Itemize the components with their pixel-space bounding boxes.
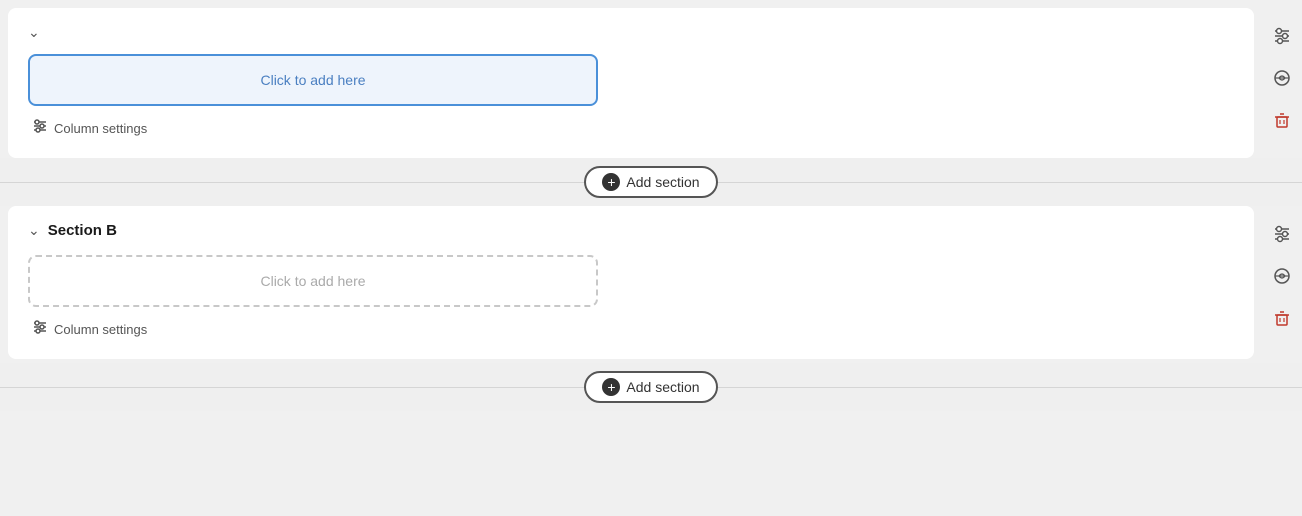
column-settings-icon-1: [32, 118, 48, 138]
section-b-column-settings[interactable]: Column settings: [32, 319, 1234, 339]
first-section-link-action[interactable]: [1266, 62, 1298, 94]
section-b-header: ⌄ Section B: [28, 222, 1234, 239]
column-settings-icon-2: [32, 319, 48, 339]
first-add-here-label: Click to add here: [260, 72, 365, 88]
first-section-chevron-icon[interactable]: ⌄: [28, 24, 40, 40]
first-section-add-here[interactable]: Click to add here: [28, 54, 598, 106]
first-section-actions: [1266, 20, 1298, 136]
first-section-header: ⌄: [28, 24, 1234, 42]
second-add-here-label: Click to add here: [260, 273, 365, 289]
section-b-actions: [1266, 218, 1298, 334]
plus-circle-icon-bottom: +: [602, 378, 620, 396]
first-section-wrapper: ⌄ Click to add here: [8, 8, 1254, 158]
first-section-settings-action[interactable]: [1266, 20, 1298, 52]
first-section-panel: ⌄ Click to add here: [8, 8, 1254, 158]
add-section-label-top: Add section: [626, 174, 699, 190]
second-section-wrapper: ⌄ Section B Click to add here: [8, 206, 1254, 359]
page-container: ⌄ Click to add here: [0, 8, 1302, 411]
section-b-add-here[interactable]: Click to add here: [28, 255, 598, 307]
section-b-settings-action[interactable]: [1266, 218, 1298, 250]
plus-circle-icon-top: +: [602, 173, 620, 191]
section-b-delete-action[interactable]: [1266, 302, 1298, 334]
section-b-title: Section B: [48, 222, 117, 239]
add-section-button-top[interactable]: + Add section: [584, 166, 717, 198]
second-section-panel: ⌄ Section B Click to add here: [8, 206, 1254, 359]
section-b-link-action[interactable]: [1266, 260, 1298, 292]
add-section-divider-top: + Add section: [0, 158, 1302, 206]
add-section-button-bottom[interactable]: + Add section: [584, 371, 717, 403]
first-section-delete-action[interactable]: [1266, 104, 1298, 136]
second-column-settings-label: Column settings: [54, 322, 147, 337]
add-section-label-bottom: Add section: [626, 379, 699, 395]
add-section-divider-bottom: + Add section: [0, 363, 1302, 411]
section-b-chevron-icon[interactable]: ⌄: [28, 222, 40, 239]
first-section-column-settings[interactable]: Column settings: [32, 118, 1234, 138]
first-column-settings-label: Column settings: [54, 121, 147, 136]
